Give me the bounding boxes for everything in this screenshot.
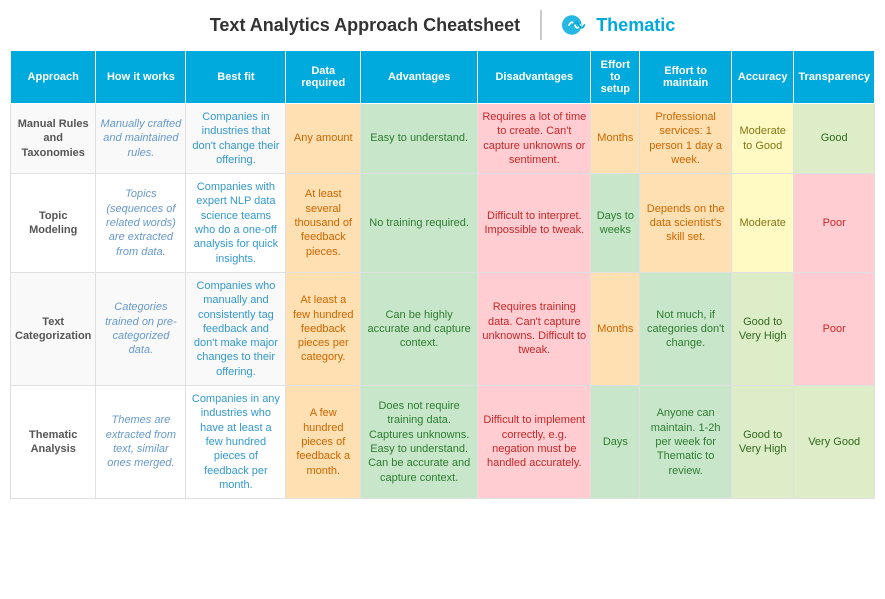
header-divider xyxy=(540,10,542,40)
cell-disadv: Difficult to implement correctly, e.g. n… xyxy=(478,386,591,499)
col-header-accuracy: Accuracy xyxy=(732,51,794,104)
col-header-effort-setup: Effort to setup xyxy=(591,51,640,104)
cell-transparency: Good xyxy=(794,104,875,174)
cell-how: Themes are extracted from text, similar … xyxy=(96,386,186,499)
table-row: Text Categorization Categories trained o… xyxy=(11,272,875,385)
col-header-approach: Approach xyxy=(11,51,96,104)
col-header-adv: Advantages xyxy=(361,51,478,104)
cell-approach: Manual Rules and Taxonomies xyxy=(11,104,96,174)
col-header-data: Data required xyxy=(286,51,361,104)
col-header-how: How it works xyxy=(96,51,186,104)
cell-transparency: Poor xyxy=(794,272,875,385)
cell-approach: Topic Modeling xyxy=(11,174,96,273)
col-header-transparency: Transparency xyxy=(794,51,875,104)
cell-disadv: Difficult to interpret. Impossible to tw… xyxy=(478,174,591,273)
table-row: Manual Rules and Taxonomies Manually cra… xyxy=(11,104,875,174)
cell-how: Topics (sequences of related words) are … xyxy=(96,174,186,273)
cell-effort-setup: Months xyxy=(591,104,640,174)
logo: Thematic xyxy=(562,11,675,39)
cell-data: At least a few hundred feedback pieces p… xyxy=(286,272,361,385)
cell-adv: No training required. xyxy=(361,174,478,273)
cell-adv: Does not require training data. Captures… xyxy=(361,386,478,499)
cell-accuracy: Moderate to Good xyxy=(732,104,794,174)
cell-bestfit: Companies who manually and consistently … xyxy=(186,272,286,385)
cell-how: Manually crafted and maintained rules. xyxy=(96,104,186,174)
cell-effort-setup: Days to weeks xyxy=(591,174,640,273)
logo-text: Thematic xyxy=(596,15,675,36)
col-header-effort-maintain: Effort to maintain xyxy=(640,51,732,104)
cell-adv: Easy to understand. xyxy=(361,104,478,174)
cell-effort-maintain: Professional services: 1 person 1 day a … xyxy=(640,104,732,174)
cell-data: Any amount xyxy=(286,104,361,174)
cell-accuracy: Moderate xyxy=(732,174,794,273)
cell-bestfit: Companies with expert NLP data science t… xyxy=(186,174,286,273)
page-title: Text Analytics Approach Cheatsheet xyxy=(210,15,520,36)
cell-disadv: Requires training data. Can't capture un… xyxy=(478,272,591,385)
cell-effort-maintain: Anyone can maintain. 1-2h per week for T… xyxy=(640,386,732,499)
cell-bestfit: Companies in industries that don't chang… xyxy=(186,104,286,174)
cell-bestfit: Companies in any industries who have at … xyxy=(186,386,286,499)
col-header-disadv: Disadvantages xyxy=(478,51,591,104)
cell-effort-setup: Months xyxy=(591,272,640,385)
table-header-row: Approach How it works Best fit Data requ… xyxy=(11,51,875,104)
cell-effort-setup: Days xyxy=(591,386,640,499)
cell-approach: Text Categorization xyxy=(11,272,96,385)
cell-how: Categories trained on pre-categorized da… xyxy=(96,272,186,385)
cell-effort-maintain: Not much, if categories don't change. xyxy=(640,272,732,385)
table-row: Topic Modeling Topics (sequences of rela… xyxy=(11,174,875,273)
cell-adv: Can be highly accurate and capture conte… xyxy=(361,272,478,385)
cell-data: At least several thousand of feedback pi… xyxy=(286,174,361,273)
cell-disadv: Requires a lot of time to create. Can't … xyxy=(478,104,591,174)
col-header-bestfit: Best fit xyxy=(186,51,286,104)
cheatsheet-table: Approach How it works Best fit Data requ… xyxy=(10,50,875,499)
table-row: Thematic Analysis Themes are extracted f… xyxy=(11,386,875,499)
cell-transparency: Very Good xyxy=(794,386,875,499)
cell-accuracy: Good to Very High xyxy=(732,272,794,385)
cell-transparency: Poor xyxy=(794,174,875,273)
cell-accuracy: Good to Very High xyxy=(732,386,794,499)
table-wrapper: Approach How it works Best fit Data requ… xyxy=(0,50,885,509)
header: Text Analytics Approach Cheatsheet Thema… xyxy=(0,0,885,50)
cell-data: A few hundred pieces of feedback a month… xyxy=(286,386,361,499)
cell-effort-maintain: Depends on the data scientist's skill se… xyxy=(640,174,732,273)
logo-icon xyxy=(562,11,590,39)
cell-approach: Thematic Analysis xyxy=(11,386,96,499)
